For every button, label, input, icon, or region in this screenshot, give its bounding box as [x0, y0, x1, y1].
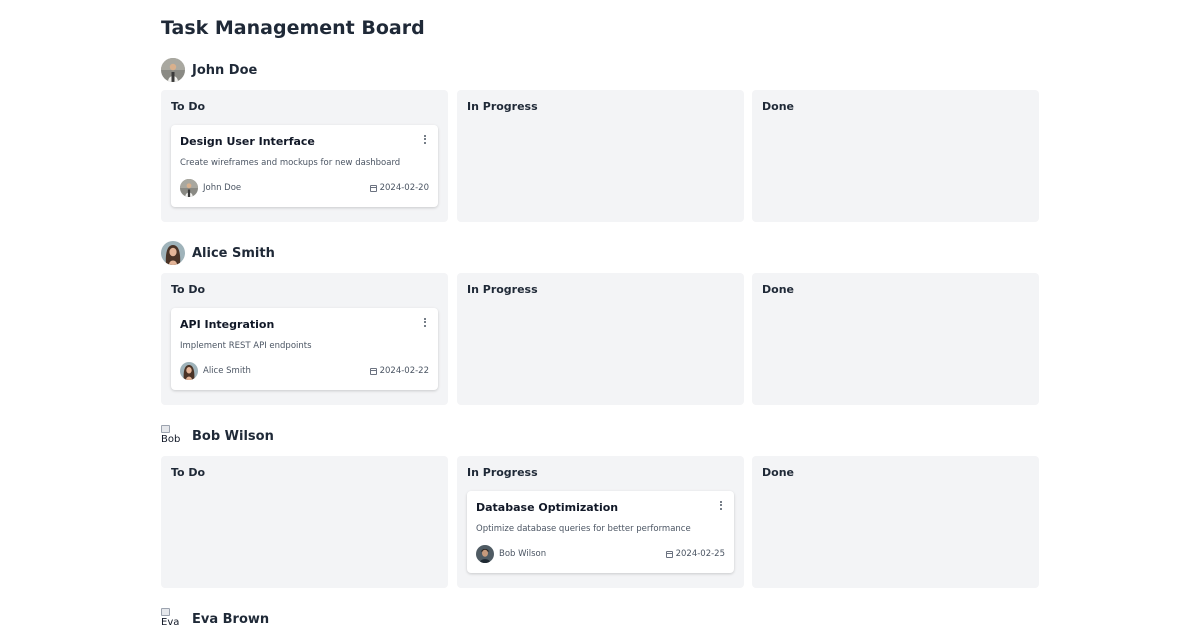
column-to-do: To Do Design User Interface Create wiref…: [161, 90, 448, 222]
card-description: Create wireframes and mockups for new da…: [180, 158, 401, 168]
column-title: To Do: [171, 100, 206, 113]
card-assignee: Bob Wilson: [476, 545, 546, 563]
avatar-alt-text: Bob: [161, 434, 181, 445]
column-title: In Progress: [467, 283, 538, 296]
user-name: Alice Smith: [192, 245, 275, 261]
task-card[interactable]: Database Optimization Optimize database …: [467, 491, 734, 573]
column-title: To Do: [171, 283, 206, 296]
avatar: [180, 362, 198, 380]
avatar: [161, 58, 185, 82]
column-to-do: To Do: [161, 456, 448, 588]
card-title: Design User Interface: [180, 135, 315, 148]
card-due-date: 2024-02-20: [369, 179, 429, 197]
broken-image-icon: Eva: [161, 607, 185, 631]
card-footer: Alice Smith 2024-02-22: [180, 362, 429, 380]
column-in-progress: In Progress: [457, 90, 744, 222]
card-description: Implement REST API endpoints: [180, 341, 312, 351]
due-date: 2024-02-25: [675, 549, 725, 559]
card-footer: Bob Wilson 2024-02-25: [476, 545, 725, 563]
more-vertical-icon[interactable]: [420, 133, 430, 145]
avatar-alt-text: Eva: [161, 617, 180, 628]
card-footer: John Doe 2024-02-20: [180, 179, 429, 197]
column-title: Done: [762, 466, 794, 479]
calendar-icon: [369, 367, 377, 375]
more-vertical-icon[interactable]: [420, 316, 430, 328]
assignee-name: Alice Smith: [203, 366, 251, 376]
column-to-do: To Do API Integration Implement REST API…: [161, 273, 448, 405]
user-name: Bob Wilson: [192, 428, 274, 444]
kanban-columns: To Do API Integration Implement REST API…: [161, 273, 1039, 405]
due-date: 2024-02-20: [379, 183, 429, 193]
calendar-icon: [369, 184, 377, 192]
column-done: Done: [752, 456, 1039, 588]
user-header: John Doe: [161, 58, 257, 82]
column-done: Done: [752, 273, 1039, 405]
column-title: Done: [762, 100, 794, 113]
page-title: Task Management Board: [161, 17, 425, 39]
broken-image-icon: Bob: [161, 424, 185, 448]
kanban-columns: To Do In Progress Database Optimization …: [161, 456, 1039, 588]
column-title: In Progress: [467, 100, 538, 113]
user-name: Eva Brown: [192, 611, 270, 627]
column-title: In Progress: [467, 466, 538, 479]
user-header: Eva Eva Brown: [161, 607, 269, 631]
card-due-date: 2024-02-22: [369, 362, 429, 380]
column-title: Done: [762, 283, 794, 296]
avatar: [161, 241, 185, 265]
card-assignee: John Doe: [180, 179, 241, 197]
assignee-name: John Doe: [203, 183, 242, 193]
avatar: [476, 545, 494, 563]
card-title: Database Optimization: [476, 501, 619, 514]
kanban-columns: To Do Design User Interface Create wiref…: [161, 90, 1039, 222]
due-date: 2024-02-22: [379, 366, 429, 376]
card-due-date: 2024-02-25: [665, 545, 725, 563]
column-in-progress: In Progress: [457, 273, 744, 405]
column-done: Done: [752, 90, 1039, 222]
column-in-progress: In Progress Database Optimization Optimi…: [457, 456, 744, 588]
user-name: John Doe: [192, 62, 258, 78]
user-header: Alice Smith: [161, 241, 275, 265]
column-title: To Do: [171, 466, 206, 479]
card-title: API Integration: [180, 318, 275, 331]
user-header: Bob Bob Wilson: [161, 424, 274, 448]
calendar-icon: [665, 550, 673, 558]
more-vertical-icon[interactable]: [716, 499, 726, 511]
task-card[interactable]: Design User Interface Create wireframes …: [171, 125, 438, 207]
avatar: [180, 179, 198, 197]
assignee-name: Bob Wilson: [499, 549, 547, 559]
card-assignee: Alice Smith: [180, 362, 251, 380]
card-description: Optimize database queries for better per…: [476, 524, 691, 534]
task-card[interactable]: API Integration Implement REST API endpo…: [171, 308, 438, 390]
